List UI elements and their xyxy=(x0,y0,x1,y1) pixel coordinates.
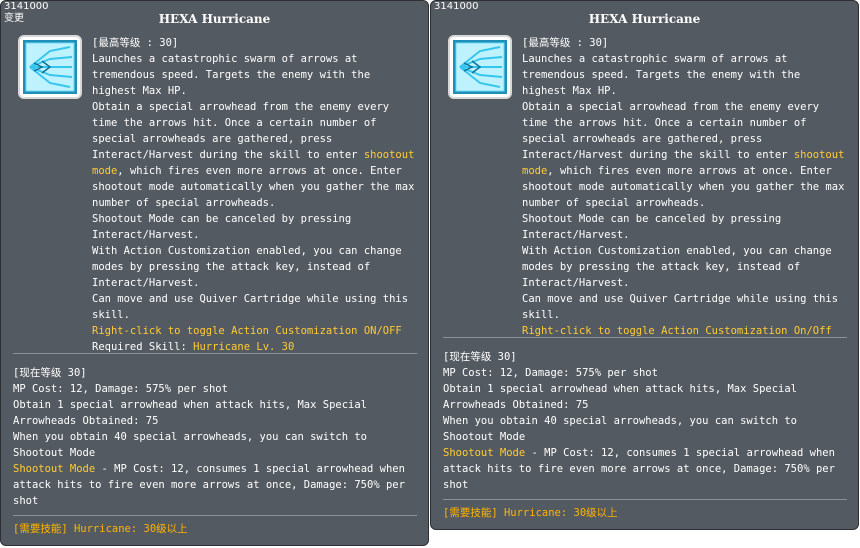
skill-title: HEXA Hurricane xyxy=(588,12,701,26)
skill-description: [最高等级 : 30] Launches a catastrophic swar… xyxy=(522,35,847,339)
current-line: Shootout Mode - MP Cost: 12, consumes 1 … xyxy=(13,461,417,509)
skill-title: HEXA Hurricane xyxy=(158,12,271,26)
divider xyxy=(443,499,847,500)
shootout-mode-label: Shootout Mode xyxy=(13,463,96,475)
current-level-section: [现在等级 30] MP Cost: 12, Damage: 575% per … xyxy=(13,365,417,509)
desc-text: Obtain a special arrowhead from the enem… xyxy=(92,101,390,161)
hurricane-skill-icon xyxy=(448,35,512,99)
toggle-hint: Right-click to toggle Action Customizati… xyxy=(92,325,402,337)
desc-line: Can move and use Quiver Cartridge while … xyxy=(92,293,409,321)
divider xyxy=(13,515,417,516)
desc-line: Shootout Mode can be canceled by pressin… xyxy=(92,213,352,241)
current-line: When you obtain 40 special arrowheads, y… xyxy=(13,431,368,459)
max-level: [最高等级 : 30] xyxy=(92,37,179,49)
current-line: Shootout Mode - MP Cost: 12, consumes 1 … xyxy=(443,445,847,493)
required-skill-value: Hurricane Lv. 30 xyxy=(193,341,295,353)
required-skill-label: Required Skill: xyxy=(92,341,194,353)
hurricane-skill-icon xyxy=(18,35,82,99)
max-level: [最高等级 : 30] xyxy=(522,37,609,49)
required-skill-footer: [需要技能] Hurricane: 30级以上 xyxy=(13,523,188,535)
desc-text: Obtain a special arrowhead from the enem… xyxy=(522,101,820,161)
skill-tooltip-left: 3141000 变更 HEXA Hurricane [最高等级 : 30] La… xyxy=(0,0,429,546)
current-line: When you obtain 40 special arrowheads, y… xyxy=(443,415,798,443)
current-line: MP Cost: 12, Damage: 575% per shot xyxy=(13,383,228,395)
shootout-mode-label: Shootout Mode xyxy=(443,447,526,459)
desc-line: Obtain a special arrowhead from the enem… xyxy=(522,99,847,211)
required-skill-footer: [需要技能] Hurricane: 30级以上 xyxy=(443,507,618,519)
desc-text: , which fires even more arrows at once. … xyxy=(522,165,845,209)
current-line: Obtain 1 special arrowhead when attack h… xyxy=(443,383,798,411)
divider xyxy=(13,353,417,354)
divider xyxy=(443,337,847,338)
skill-description: [最高等级 : 30] Launches a catastrophic swar… xyxy=(92,35,417,355)
current-level: [现在等级 30] xyxy=(13,367,87,379)
desc-text: , which fires even more arrows at once. … xyxy=(92,165,415,209)
desc-line: Launches a catastrophic swarm of arrows … xyxy=(92,53,371,97)
current-line: MP Cost: 12, Damage: 575% per shot xyxy=(443,367,658,379)
desc-line: Can move and use Quiver Cartridge while … xyxy=(522,293,839,321)
current-line: Obtain 1 special arrowhead when attack h… xyxy=(13,399,368,427)
desc-line: With Action Customization enabled, you c… xyxy=(92,245,402,289)
desc-line: With Action Customization enabled, you c… xyxy=(522,245,832,289)
current-level: [现在等级 30] xyxy=(443,351,517,363)
skill-tooltip-right: 3141000 HEXA Hurricane [最高等级 : 30] Launc… xyxy=(430,0,859,530)
desc-line: Shootout Mode can be canceled by pressin… xyxy=(522,213,782,241)
desc-line: Obtain a special arrowhead from the enem… xyxy=(92,99,417,211)
current-level-section: [现在等级 30] MP Cost: 12, Damage: 575% per … xyxy=(443,349,847,493)
desc-line: Launches a catastrophic swarm of arrows … xyxy=(522,53,801,97)
